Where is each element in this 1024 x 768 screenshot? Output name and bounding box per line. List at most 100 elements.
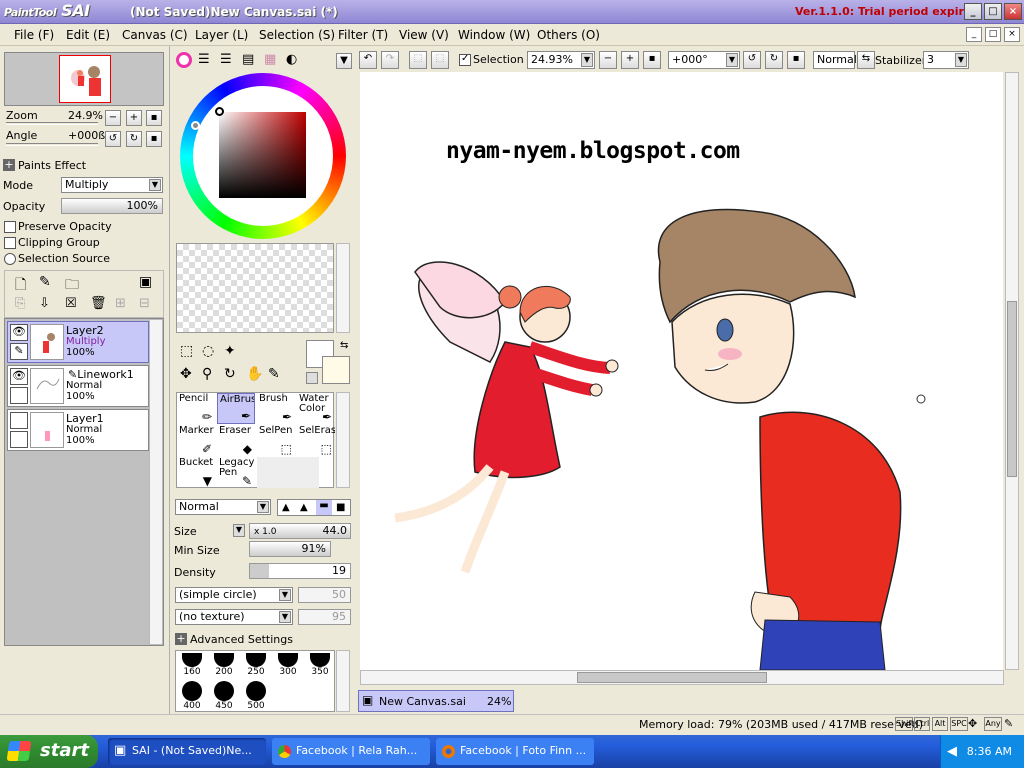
- canvas-tab[interactable]: ▣ New Canvas.sai 24%: [358, 690, 514, 712]
- tool-seleras[interactable]: SelEras ⬚: [297, 425, 335, 456]
- tool-brush[interactable]: Brush ✒: [257, 393, 295, 424]
- lasso-icon[interactable]: ◌: [202, 343, 214, 359]
- rotate-left-button[interactable]: ↺: [105, 131, 121, 147]
- brush-size-preset[interactable]: 300: [274, 667, 302, 677]
- move-icon[interactable]: ✥: [180, 366, 192, 382]
- menu-edit[interactable]: Edit (E): [66, 28, 110, 42]
- tool-pencil[interactable]: Pencil ✏: [177, 393, 215, 424]
- tool-scrollbar[interactable]: [336, 392, 350, 488]
- zoom-field[interactable]: 24.93% ▼: [527, 51, 595, 69]
- rotate-reset-button[interactable]: ▪: [146, 131, 162, 147]
- selection-checkbox[interactable]: ✓: [459, 53, 471, 66]
- clipping-group-checkbox[interactable]: [4, 237, 16, 249]
- drawing-canvas[interactable]: nyam-nyem.blogspot.com: [360, 72, 1003, 670]
- preserve-opacity-checkbox[interactable]: [4, 221, 16, 233]
- tool-selpen[interactable]: SelPen ⬚: [257, 425, 295, 456]
- mode-select[interactable]: Multiply ▼: [61, 177, 163, 193]
- minimize-button[interactable]: _: [964, 3, 982, 20]
- eyedropper-icon[interactable]: ✎: [268, 366, 280, 382]
- hand-icon[interactable]: ✋: [246, 366, 263, 382]
- angle-slider[interactable]: [6, 143, 98, 146]
- tool-legacy-pen[interactable]: Legacy Pen ✎: [217, 457, 255, 488]
- hue-marker[interactable]: [191, 121, 200, 130]
- menu-others[interactable]: Others (O): [537, 28, 600, 42]
- scratchpad-scrollbar[interactable]: [336, 243, 350, 333]
- edge-medium-icon[interactable]: ▲: [300, 502, 308, 513]
- pen-lock-icon[interactable]: ✎: [10, 343, 28, 360]
- size-slider[interactable]: x 1.0 44.0: [249, 523, 351, 539]
- zoom-reset-button[interactable]: ▪: [146, 110, 162, 126]
- menu-canvas[interactable]: Canvas (C): [122, 28, 188, 42]
- pen-lock-icon[interactable]: [10, 387, 28, 404]
- selection-source-radio[interactable]: [4, 253, 16, 265]
- stabilizer-field[interactable]: 3 ▼: [923, 51, 969, 69]
- canvas-horizontal-scrollbar[interactable]: [360, 670, 1004, 685]
- brush-size-preset[interactable]: 400: [178, 701, 206, 711]
- tool-eraser[interactable]: Eraser ◆: [217, 425, 255, 456]
- panel-menu-button[interactable]: ▼: [336, 53, 352, 69]
- brush-preset-scrollbar[interactable]: [336, 650, 350, 712]
- view-mode-field[interactable]: Normal: [813, 51, 857, 69]
- angle-field[interactable]: +000° ▼: [668, 51, 740, 69]
- merge-down-icon[interactable]: ⇩: [39, 296, 50, 311]
- density-slider[interactable]: 19: [249, 563, 351, 579]
- brush-texture-select[interactable]: (no texture) ▼: [175, 609, 293, 625]
- brush-size-preset[interactable]: 350: [306, 667, 334, 677]
- brush-size-preset[interactable]: 200: [210, 667, 238, 677]
- zoom-out-icon[interactable]: −: [599, 51, 617, 69]
- doc-minimize-button[interactable]: _: [966, 27, 982, 42]
- paints-effect-expand-icon[interactable]: +: [3, 159, 15, 171]
- swap-colors-icon[interactable]: ⇆: [340, 340, 348, 351]
- clear-layer-icon[interactable]: ☒: [65, 296, 77, 311]
- zoom-in-button[interactable]: +: [126, 110, 142, 126]
- min-size-slider[interactable]: 91%: [249, 541, 331, 557]
- undo-icon[interactable]: ↶: [359, 51, 377, 69]
- navigator-preview[interactable]: [4, 52, 164, 106]
- opacity-slider[interactable]: 100%: [61, 198, 163, 214]
- new-linework-layer-icon[interactable]: ✎: [39, 274, 51, 290]
- redo-icon[interactable]: ↷: [381, 51, 399, 69]
- rgb-slider-tab[interactable]: ☰: [198, 52, 210, 67]
- tool-watercolor[interactable]: Water Color ✒: [297, 393, 335, 424]
- menu-file[interactable]: File (F): [14, 28, 54, 42]
- palette-tab[interactable]: ▦: [264, 52, 276, 67]
- scratchpad-tab[interactable]: ◐: [286, 52, 297, 67]
- taskbar-item-sai[interactable]: ▣ SAI - (Not Saved)Ne...: [108, 738, 266, 765]
- color-picker-marker[interactable]: [215, 107, 224, 116]
- menu-layer[interactable]: Layer (L): [195, 28, 248, 42]
- brush-shape-select[interactable]: (simple circle) ▼: [175, 587, 293, 603]
- swatch-tab[interactable]: ▤: [242, 52, 254, 67]
- rotate-right-button[interactable]: ↻: [126, 131, 142, 147]
- canvas-vertical-scrollbar[interactable]: [1005, 72, 1019, 670]
- new-folder-icon[interactable]: 🗀: [65, 274, 79, 298]
- edge-soft-icon[interactable]: ▲: [282, 502, 290, 513]
- invert-selection-icon[interactable]: ⬚: [431, 51, 449, 69]
- menu-view[interactable]: View (V): [399, 28, 449, 42]
- secondary-color-swatch[interactable]: [322, 356, 350, 384]
- start-button[interactable]: start: [0, 735, 98, 768]
- transparent-color-icon[interactable]: [306, 372, 318, 384]
- pen-lock-icon[interactable]: [10, 431, 28, 448]
- new-layer-icon[interactable]: 🗋: [15, 274, 26, 298]
- layer-mask-icon[interactable]: ▣: [139, 274, 152, 290]
- eye-icon[interactable]: [10, 412, 28, 429]
- brush-size-preset[interactable]: 250: [242, 667, 270, 677]
- size-multiplier-dropdown[interactable]: ▼: [233, 524, 245, 537]
- brush-size-preset[interactable]: 500: [242, 701, 270, 711]
- zoom-out-button[interactable]: −: [105, 110, 121, 126]
- zoom-in-icon[interactable]: +: [621, 51, 639, 69]
- mask-apply-icon[interactable]: ⊞: [115, 296, 126, 311]
- eye-icon[interactable]: 👁: [10, 324, 28, 341]
- scratchpad-area[interactable]: [176, 243, 334, 333]
- tray-expand-icon[interactable]: ◀: [947, 735, 957, 768]
- copy-layer-icon[interactable]: ⎘: [15, 296, 25, 311]
- vertical-scroll-thumb[interactable]: [1007, 301, 1017, 477]
- zoom-slider[interactable]: [6, 122, 98, 125]
- magic-wand-icon[interactable]: ✦: [224, 343, 236, 359]
- delete-layer-icon[interactable]: 🗑: [90, 296, 107, 311]
- advanced-expand-icon[interactable]: +: [175, 633, 187, 645]
- rect-select-icon[interactable]: ⬚: [180, 343, 193, 359]
- mask-merge-icon[interactable]: ⊟: [139, 296, 150, 311]
- rotate-reset-icon[interactable]: ▪: [787, 51, 805, 69]
- maximize-button[interactable]: □: [984, 3, 1002, 20]
